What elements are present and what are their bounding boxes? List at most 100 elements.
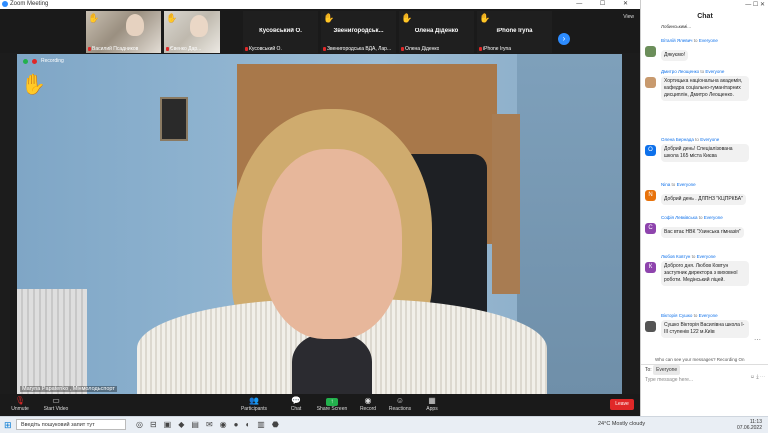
- participant-label: Кусовський О.: [249, 46, 282, 52]
- participant-name: iPhone Iryna: [496, 28, 533, 34]
- chat-message: Олена Бернада to Everyone О Добрий день!…: [645, 137, 763, 162]
- raised-hand-icon: ✋: [88, 13, 100, 23]
- participant-label: Олена Діденко: [405, 46, 440, 52]
- chat-message-text: Дякуємо!: [661, 50, 688, 61]
- chat-message-text: Хортицька національна академія, кафедра …: [661, 76, 749, 101]
- chat-window-controls[interactable]: — ☐ ✕: [641, 0, 768, 10]
- apps-icon: ▦: [428, 396, 436, 405]
- recording-dot-icon: [32, 58, 37, 64]
- raised-hand-icon: ✋: [166, 13, 178, 23]
- chat-sender: Любов Ковтун: [661, 254, 691, 259]
- chat-message: Любов Ковтун to Everyone К Доброго дня. …: [645, 254, 763, 286]
- avatar: О: [645, 145, 656, 156]
- raised-hand-icon: ✋: [323, 13, 335, 23]
- speaker-name: Maryna Papatenko , Мінмолодьспорт: [20, 386, 117, 392]
- raised-hand-icon: ✋: [21, 74, 46, 96]
- start-video-button[interactable]: ▭ Start Video: [36, 396, 76, 412]
- taskbar: ⊞ Введіть пошуковий запит тут ◎⊟▣◆▤✉◉●◐▥…: [0, 416, 768, 433]
- avatar: N: [645, 190, 656, 201]
- chat-button[interactable]: 💬 Chat: [276, 396, 316, 412]
- taskbar-search-input[interactable]: Введіть пошуковий запит тут: [16, 419, 126, 430]
- share-screen-icon: ↑: [326, 398, 338, 406]
- chat-recipient: Everyone: [700, 137, 720, 142]
- chat-message: Вікторія Сушко to Everyone Сушко Вікторі…: [645, 313, 763, 338]
- chat-privacy-warning[interactable]: Who can see your messages? Recording On: [641, 355, 768, 364]
- active-speaker-video: Recording ✋ Maryna Papatenko , Мінмолодь…: [17, 54, 622, 394]
- chat-recipient: Everyone: [703, 215, 723, 220]
- to-label: To:: [645, 367, 652, 373]
- meeting-toolbar: 🎙 Unmute ▭ Start Video 👥 Participants 💬 Chat…: [0, 394, 640, 416]
- participant-tile[interactable]: ✋ iPhone Iryna iPhone Iryna: [477, 11, 552, 53]
- encryption-shield-icon[interactable]: [23, 58, 28, 64]
- participant-label: Василий Псадников: [92, 46, 139, 52]
- chat-message: Nina to Everyone N Добрий день . ДЛПНЗ "…: [645, 182, 763, 205]
- window-title: Zoom Meeting: [10, 1, 49, 7]
- chat-panel: — ☐ ✕ Chat Лобинськимі... Віталій Ялевич…: [640, 0, 768, 416]
- chat-sender: Дмитро Леощенко: [661, 69, 700, 74]
- participant-label: iPhone Iryna: [483, 46, 512, 52]
- muted-mic-icon: [166, 47, 169, 51]
- chat-sender: Олена Бернада: [661, 137, 694, 142]
- muted-mic-icon: [323, 47, 326, 51]
- more-options-icon[interactable]: ⋯: [754, 336, 761, 344]
- chat-tools[interactable]: ☺ ⤓ ⋯: [750, 374, 765, 380]
- participant-tile[interactable]: Кусовський О. Кусовський О.: [243, 11, 318, 53]
- participant-name: Олена Діденко: [414, 28, 459, 34]
- chat-recipient: Everyone: [698, 313, 718, 318]
- muted-mic-icon: [479, 47, 482, 51]
- participant-label: Євенко Дар...: [170, 46, 202, 52]
- muted-mic-icon: [88, 47, 91, 51]
- chat-recipient: Everyone: [705, 69, 725, 74]
- muted-mic-icon: [245, 47, 248, 51]
- participant-tile[interactable]: ✋ Олена Діденко Олена Діденко: [399, 11, 474, 53]
- participants-button[interactable]: 👥 Participants: [234, 396, 274, 412]
- recipient-dropdown[interactable]: Everyone: [653, 365, 681, 375]
- muted-mic-icon: 🎙: [14, 396, 26, 405]
- unmute-button[interactable]: 🎙 Unmute: [0, 396, 40, 412]
- chat-recipient: Everyone: [676, 182, 696, 187]
- window-titlebar: Zoom Meeting — ☐ ✕: [0, 0, 640, 9]
- chat-message: Віталій Ялевич to Everyone Дякуємо!: [645, 38, 763, 61]
- chat-message-text: Добрий день . ДЛПНЗ "КЦПРКБА": [661, 194, 746, 205]
- taskbar-app-icons[interactable]: ◎⊟▣◆▤✉◉●◐▥⬣: [136, 420, 286, 430]
- chat-message: Софія Левківська to Everyone С Вас втає …: [645, 215, 763, 238]
- participant-name: Кусовський О.: [259, 28, 302, 34]
- weather-widget[interactable]: 24°C Mostly cloudy: [598, 421, 645, 427]
- leave-button[interactable]: Leave: [610, 399, 634, 410]
- raised-hand-icon: ✋: [401, 13, 413, 23]
- participant-tile[interactable]: ✋ Василий Псадников: [86, 11, 161, 53]
- wall-frame: [160, 97, 188, 141]
- chat-sender: Nina: [661, 182, 671, 187]
- chat-message-text: Добрий день! Спеціалізована школа 165 мі…: [661, 144, 749, 162]
- chat-sender: Вікторія Сушко: [661, 313, 693, 318]
- avatar: [645, 77, 656, 88]
- apps-button[interactable]: ▦ Apps: [412, 396, 452, 412]
- speaker-face: [262, 149, 402, 339]
- chat-compose: Who can see your messages? Recording On …: [641, 355, 768, 385]
- share-screen-button[interactable]: ↑ Share Screen: [312, 396, 352, 412]
- chat-message: Дмитро Леощенко to Everyone Хортицька на…: [645, 69, 763, 101]
- avatar: К: [645, 262, 656, 273]
- participants-icon: 👥: [249, 396, 259, 405]
- avatar: С: [645, 223, 656, 234]
- system-clock[interactable]: 11:13 07.06.2022: [737, 419, 762, 431]
- chat-recipient: Everyone: [696, 254, 716, 259]
- raised-hand-icon: ✋: [479, 13, 491, 23]
- participant-name: Звенигородськ...: [333, 28, 384, 34]
- participant-tile[interactable]: ✋ Звенигородськ... Звенигородська ВДА, Л…: [321, 11, 396, 53]
- window-controls[interactable]: — ☐ ✕: [576, 0, 636, 9]
- chevron-right-icon[interactable]: ›: [558, 33, 570, 45]
- chat-message-text: Вас втає НВК "Узинська гімназія": [661, 227, 744, 238]
- participant-photo: [126, 14, 144, 36]
- chat-recipient: Everyone: [698, 38, 718, 43]
- participant-tile[interactable]: ✋ Євенко Дар...: [164, 11, 220, 53]
- chat-icon: 💬: [291, 396, 301, 405]
- view-button[interactable]: View: [623, 14, 634, 20]
- chat-sender: Віталій Ялевич: [661, 38, 693, 43]
- participant-photo: [190, 15, 208, 37]
- meeting-status: Recording: [23, 58, 64, 64]
- chat-title: Chat: [697, 13, 713, 20]
- chat-sender: Софія Левківська: [661, 215, 698, 220]
- windows-start-icon[interactable]: ⊞: [4, 420, 12, 430]
- clock-date: 07.06.2022: [736, 425, 762, 431]
